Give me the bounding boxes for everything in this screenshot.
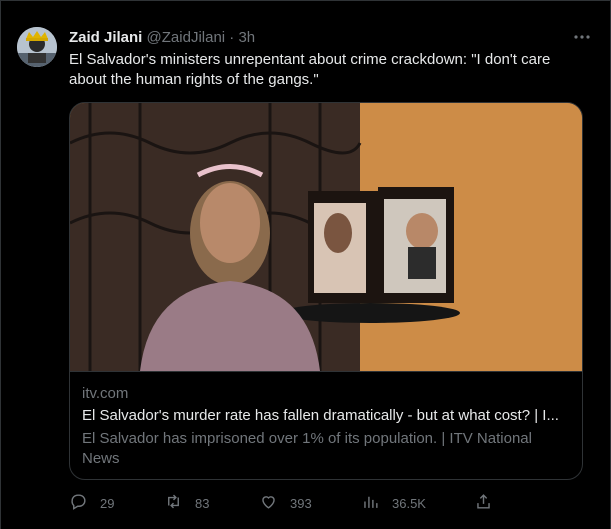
retweet-button[interactable]: 83 xyxy=(164,491,209,515)
share-icon xyxy=(474,492,493,514)
reply-button[interactable]: 29 xyxy=(69,491,114,515)
separator: · xyxy=(229,29,235,46)
retweet-icon xyxy=(164,492,183,514)
author-name[interactable]: Zaid Jilani xyxy=(69,29,142,46)
link-card[interactable]: itv.com El Salvador's murder rate has fa… xyxy=(69,102,583,480)
heart-icon xyxy=(259,492,278,514)
card-meta: itv.com El Salvador's murder rate has fa… xyxy=(70,371,582,479)
avatar[interactable] xyxy=(17,27,57,67)
card-title[interactable]: El Salvador's murder rate has fallen dra… xyxy=(82,406,572,426)
card-description: El Salvador has imprisoned over 1% of it… xyxy=(82,430,532,467)
reply-icon xyxy=(69,492,88,514)
author-handle[interactable]: @ZaidJilani xyxy=(147,29,226,46)
action-bar: 29 83 393 36.5K xyxy=(69,491,499,515)
like-count: 393 xyxy=(290,495,312,511)
card-image[interactable] xyxy=(70,103,582,371)
tweet-text: El Salvador's ministers unrepentant abou… xyxy=(69,51,551,88)
views-icon xyxy=(361,492,380,514)
like-button[interactable]: 393 xyxy=(259,491,312,515)
views-button[interactable]: 36.5K xyxy=(361,491,426,515)
share-button[interactable] xyxy=(474,491,493,515)
reply-count: 29 xyxy=(100,495,115,511)
views-count: 36.5K xyxy=(392,495,426,511)
tweet-header: Zaid Jilani @ZaidJilani · 3h xyxy=(69,28,550,48)
tweet[interactable]: Zaid Jilani @ZaidJilani · 3h El Salvador… xyxy=(0,0,611,529)
tweet-time[interactable]: 3h xyxy=(238,29,255,46)
card-domain: itv.com xyxy=(82,385,129,402)
more-horizontal-icon[interactable] xyxy=(572,27,592,47)
retweet-count: 83 xyxy=(195,495,210,511)
